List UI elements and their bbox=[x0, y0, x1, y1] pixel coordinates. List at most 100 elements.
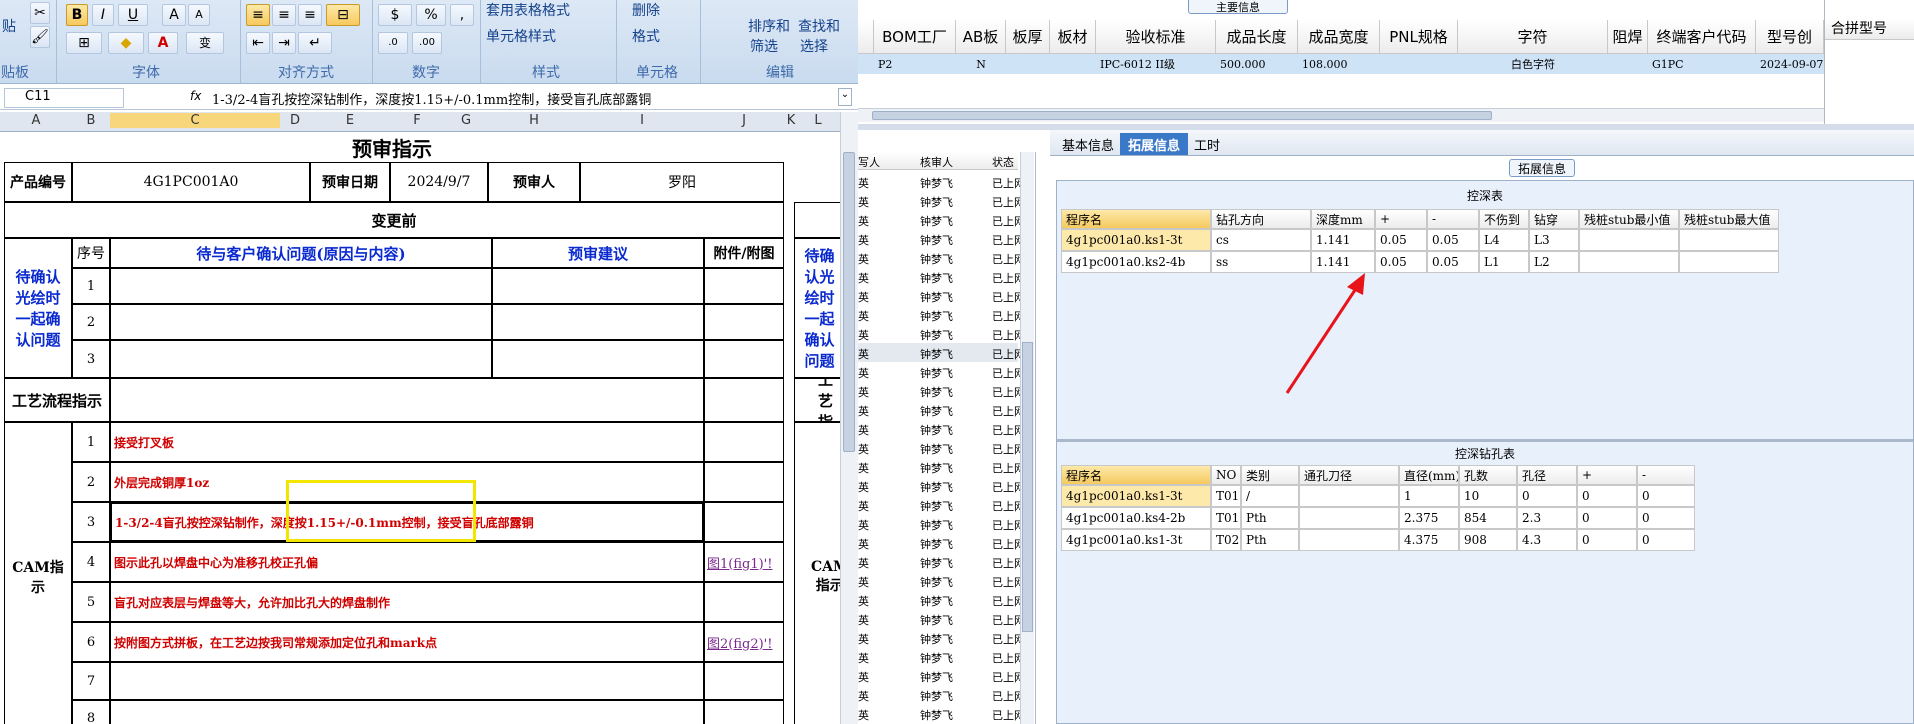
filter-label[interactable]: 筛选 bbox=[750, 36, 778, 56]
fill-color-icon[interactable]: ◆ bbox=[108, 32, 144, 54]
drill-hdr-count[interactable]: 孔数 bbox=[1459, 465, 1517, 485]
drill-r2-program[interactable]: 4g1pc001a0.ks4-2b bbox=[1061, 507, 1211, 529]
format-painter-icon[interactable]: 🖌 bbox=[30, 26, 50, 48]
list-item[interactable]: 英钟梦飞 已上网 bbox=[858, 647, 1025, 666]
list-item[interactable]: 英钟梦飞 已上网 bbox=[858, 514, 1025, 533]
depth-hdr-no-damage[interactable]: 不伤到 bbox=[1479, 209, 1529, 229]
list-hdr-checker[interactable]: 核审人 bbox=[920, 154, 953, 170]
depth-hdr-direction[interactable]: 钻孔方向 bbox=[1211, 209, 1311, 229]
list-item[interactable]: 英钟梦飞 已上网 bbox=[858, 457, 1025, 476]
col-header-k[interactable]: K bbox=[784, 113, 798, 128]
cam-row-5-text[interactable]: 盲孔对应表层与焊盘等大，允许加比孔大的焊盘制作 bbox=[110, 582, 704, 622]
drill-r3-diameter[interactable]: 4.375 bbox=[1399, 529, 1459, 551]
q-row-2-suggest[interactable] bbox=[492, 304, 704, 340]
col-header-j[interactable]: J bbox=[704, 113, 784, 128]
drill-r3-hole-size[interactable]: 4.3 bbox=[1517, 529, 1577, 551]
hdr-material[interactable]: 板材 bbox=[1050, 20, 1096, 54]
depth-r1-depth[interactable]: 1.141 bbox=[1311, 229, 1375, 251]
border-icon[interactable]: ⊞ bbox=[66, 32, 102, 54]
cell-character[interactable]: 白色字符 bbox=[1458, 54, 1608, 74]
depth-hdr-plus[interactable]: + bbox=[1375, 209, 1427, 229]
list-item[interactable]: 英钟梦飞 已上网 bbox=[858, 628, 1025, 647]
list-vscroll[interactable] bbox=[1020, 152, 1034, 724]
drill-r2-no[interactable]: T01 bbox=[1211, 507, 1241, 529]
list-item[interactable]: 英钟梦飞 已上网 bbox=[858, 685, 1025, 704]
shrink-font-icon[interactable]: A bbox=[188, 4, 210, 26]
list-item[interactable]: 英钟梦飞 已上网 bbox=[858, 343, 1025, 362]
drill-r3-no[interactable]: T02 bbox=[1211, 529, 1241, 551]
drill-r2-category[interactable]: Pth bbox=[1241, 507, 1299, 529]
paste-button[interactable]: 贴 bbox=[2, 16, 16, 36]
tab-extended-info[interactable]: 拓展信息 bbox=[1120, 133, 1189, 155]
decrease-indent-icon[interactable]: ⇤ bbox=[246, 32, 270, 54]
decrease-decimal-icon[interactable]: .00 bbox=[412, 32, 442, 54]
expand-formula-icon[interactable]: ⌄ bbox=[838, 88, 852, 106]
depth-r1-no-damage[interactable]: L4 bbox=[1479, 229, 1529, 251]
list-item[interactable]: 英钟梦飞 已上网 bbox=[858, 590, 1025, 609]
drill-r1-diameter[interactable]: 1 bbox=[1399, 485, 1459, 507]
cut-icon[interactable]: ✂ bbox=[30, 2, 50, 24]
cam-row-6-text[interactable]: 按附图方式拼板，在工艺边按我司常规添加定位孔和mark点 bbox=[110, 622, 704, 662]
align-right-icon[interactable]: ≡ bbox=[298, 4, 322, 26]
drill-hdr-minus[interactable]: - bbox=[1637, 465, 1695, 485]
depth-hdr-stub-max[interactable]: 残桩stub最大值 bbox=[1679, 209, 1779, 229]
drill-hdr-hole-size[interactable]: 孔径 bbox=[1517, 465, 1577, 485]
cam-row-7-text[interactable] bbox=[110, 662, 704, 700]
list-item[interactable]: 英钟梦飞 已上网 bbox=[858, 552, 1025, 571]
main-grid-hscroll-thumb[interactable] bbox=[872, 111, 1492, 120]
delete-button[interactable]: 删除 bbox=[632, 0, 660, 20]
currency-icon[interactable]: $ bbox=[378, 4, 412, 26]
list-item[interactable]: 英钟梦飞 已上网 bbox=[858, 704, 1025, 723]
drill-r3-count[interactable]: 908 bbox=[1459, 529, 1517, 551]
drill-r1-hole-size[interactable]: 0 bbox=[1517, 485, 1577, 507]
drill-r1-minus[interactable]: 0 bbox=[1637, 485, 1695, 507]
hdr-customer-code[interactable]: 终端客户代码 bbox=[1648, 20, 1756, 54]
list-item[interactable]: 英钟梦飞 已上网 bbox=[858, 571, 1025, 590]
fx-icon[interactable]: fx bbox=[190, 89, 201, 103]
cell-ab-board[interactable]: N bbox=[956, 54, 1006, 74]
list-item[interactable]: 英钟梦飞 已上网 bbox=[858, 362, 1025, 381]
col-header-f[interactable]: F bbox=[390, 113, 444, 128]
depth-r1-minus[interactable]: 0.05 bbox=[1427, 229, 1479, 251]
drill-r1-program[interactable]: 4g1pc001a0.ks1-3t bbox=[1061, 485, 1211, 507]
hdr-thickness[interactable]: 板厚 bbox=[1006, 20, 1050, 54]
drill-hdr-no[interactable]: NO bbox=[1211, 465, 1241, 485]
process-attach[interactable] bbox=[704, 378, 784, 422]
depth-hdr-stub-min[interactable]: 残桩stub最小值 bbox=[1579, 209, 1679, 229]
drill-r2-count[interactable]: 854 bbox=[1459, 507, 1517, 529]
drill-r3-program[interactable]: 4g1pc001a0.ks1-3t bbox=[1061, 529, 1211, 551]
merge-model-header[interactable]: 合拼型号 bbox=[1825, 18, 1914, 40]
col-header-g[interactable]: G bbox=[444, 113, 488, 128]
cell-standard[interactable]: IPC-6012 II级 bbox=[1096, 54, 1216, 74]
cam-row-2-attach[interactable] bbox=[704, 462, 784, 502]
review-date-value[interactable]: 2024/9/7 bbox=[390, 162, 488, 202]
list-item[interactable]: 英钟梦飞 已上网 bbox=[858, 438, 1025, 457]
cam-row-7-attach[interactable] bbox=[704, 662, 784, 700]
col-header-b[interactable]: B bbox=[72, 113, 110, 128]
list-item[interactable]: 英钟梦飞 已上网 bbox=[858, 533, 1025, 552]
q-row-2-attach[interactable] bbox=[704, 304, 784, 340]
phonetic-icon[interactable]: 变 bbox=[186, 32, 224, 54]
depth-r2-no-damage[interactable]: L1 bbox=[1479, 251, 1529, 273]
drill-hdr-tool[interactable]: 通孔刀径 bbox=[1299, 465, 1399, 485]
drill-r3-tool[interactable] bbox=[1299, 529, 1399, 551]
list-item[interactable]: 英钟梦飞 已上网 bbox=[858, 210, 1025, 229]
depth-hdr-minus[interactable]: - bbox=[1427, 209, 1479, 229]
cam-row-1-attach[interactable] bbox=[704, 422, 784, 462]
tab-work-hours[interactable]: 工时 bbox=[1186, 133, 1228, 155]
drill-hdr-diameter[interactable]: 直径(mm) bbox=[1399, 465, 1459, 485]
drill-r3-minus[interactable]: 0 bbox=[1637, 529, 1695, 551]
cam-row-1-text[interactable]: 接受打叉板 bbox=[110, 422, 704, 462]
formula-input[interactable]: 1-3/2-4盲孔按控深钻制作，深度按1.15+/-0.1mm控制，接受盲孔底部… bbox=[212, 89, 651, 108]
cell-pnl[interactable] bbox=[1380, 54, 1458, 74]
comma-button[interactable]: , bbox=[450, 4, 474, 26]
col-header-i[interactable]: I bbox=[580, 113, 704, 128]
depth-r1-stub-max[interactable] bbox=[1679, 229, 1779, 251]
align-center-icon[interactable]: ≡ bbox=[272, 4, 296, 26]
italic-button[interactable]: I bbox=[92, 4, 114, 26]
col-header-l[interactable]: L bbox=[798, 113, 838, 128]
drill-r2-minus[interactable]: 0 bbox=[1637, 507, 1695, 529]
reviewer-value[interactable]: 罗阳 bbox=[580, 162, 784, 202]
depth-hdr-depth[interactable]: 深度mm bbox=[1311, 209, 1375, 229]
list-item[interactable]: 英钟梦飞 已上网 bbox=[858, 476, 1025, 495]
